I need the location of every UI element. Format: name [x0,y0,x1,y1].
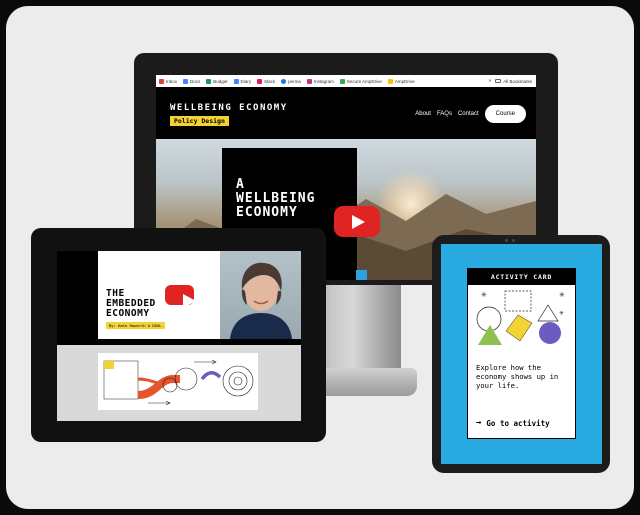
activity-shapes: ✳ ✳ ✳ [468,285,575,351]
svg-text:✳: ✳ [559,310,564,317]
site-subtitle: Policy Design [170,116,229,126]
drive-icon [339,78,345,84]
arrow-right-icon: → [476,418,482,428]
nav-faqs[interactable]: FAQs [437,111,452,117]
bookmark-instagram[interactable]: Instagram [306,78,334,84]
hero-accent [356,270,367,280]
speaker-photo [220,251,301,339]
embedded-economy-diagram [98,353,258,410]
bookmark-secure-ampdrive[interactable]: Secure AmpDrive [339,78,382,84]
monitor-play-button[interactable] [334,206,380,237]
tablet-landscape-screen: THE EMBEDDED ECONOMY By: Kate Raworth & … [57,251,301,421]
instagram-icon [306,78,312,84]
tablet-portrait-screen: ACTIVITY CARD ✳ ✳ ✳ Explore how the econ… [441,244,602,464]
activity-card-header: ACTIVITY CARD [468,269,575,285]
diagram-section [57,345,301,421]
nav-contact[interactable]: Contact [458,111,479,117]
bookmark-perma[interactable]: perma [281,78,301,84]
activity-description: Explore how the economy shows up in your… [476,363,559,390]
site-nav: About FAQs Contact Course [415,105,526,123]
camera-dot [505,239,508,242]
activity-card: ACTIVITY CARD ✳ ✳ ✳ Explore how the econ… [467,268,576,439]
camera-dot [512,239,515,242]
bookmark-ampdrive[interactable]: AmpDrive [387,78,415,84]
bookmark-diary[interactable]: Diary [233,78,251,84]
svg-text:✳: ✳ [481,291,487,299]
docs-icon [233,78,239,84]
bookmarks-bar: Inbox Docs Budget Diary Slack perma Inst… [156,75,536,87]
bookmark-budget[interactable]: Budget [206,78,228,84]
all-bookmarks-button[interactable]: All Bookmarks [495,79,532,84]
video-title: THE EMBEDDED ECONOMY [106,288,156,319]
site-header: WELLBEING ECONOMY Policy Design About FA… [156,87,536,139]
drive-icon [387,78,393,84]
slack-icon [257,78,263,84]
more-bookmarks-button[interactable]: » [488,78,491,84]
video-byline: By: Kate Raworth & DEAL [106,322,165,329]
mail-icon [159,78,164,84]
video-play-button[interactable] [165,285,196,308]
bookmark-slack[interactable]: Slack [257,78,275,84]
bookmark-inbox[interactable]: Inbox [159,78,177,84]
bookmark-docs[interactable]: Docs [183,78,200,84]
course-button[interactable]: Course [484,105,526,123]
nav-about[interactable]: About [415,111,431,117]
svg-text:✳: ✳ [559,291,565,299]
site-title[interactable]: WELLBEING ECONOMY [170,103,288,113]
docs-icon [183,78,189,84]
sheets-icon [206,78,212,84]
globe-icon [281,78,287,84]
folder-icon [495,79,502,83]
go-to-activity-link[interactable]: → Go to activity [476,418,550,428]
